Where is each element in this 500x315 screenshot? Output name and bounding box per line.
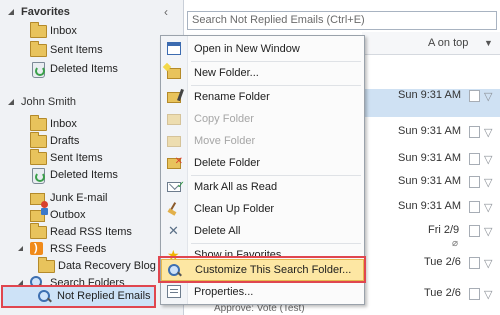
message-row[interactable]: Tue 2/6 ▽	[362, 287, 500, 301]
folder-icon	[30, 149, 47, 165]
menu-new-folder[interactable]: New Folder...	[161, 62, 364, 84]
message-row[interactable]: Fri 2/9 ⌀ ▽	[362, 224, 500, 252]
category-icon[interactable]	[469, 90, 480, 102]
flag-icon[interactable]: ▽	[484, 176, 492, 189]
menu-copy-folder[interactable]: Copy Folder	[161, 108, 364, 130]
menu-delete-folder[interactable]: Delete Folder	[161, 151, 364, 174]
move-folder-icon	[167, 136, 181, 147]
expand-triangle-icon[interactable]	[8, 9, 14, 15]
window-icon	[167, 42, 181, 55]
category-icon[interactable]	[469, 257, 480, 269]
folder-icon	[30, 22, 47, 38]
category-icon[interactable]	[469, 201, 480, 213]
menu-properties[interactable]: Properties...	[161, 281, 364, 303]
trash-icon	[32, 168, 45, 184]
category-icon[interactable]	[469, 288, 480, 300]
arrangement-header[interactable]: A on top ▼	[362, 32, 500, 55]
rename-folder-icon	[167, 92, 181, 103]
properties-icon	[167, 285, 181, 298]
expand-triangle-icon[interactable]	[18, 246, 23, 251]
copy-folder-icon	[167, 114, 181, 125]
menu-delete-all[interactable]: Delete All	[161, 220, 364, 242]
menu-mark-all-as-read[interactable]: Mark All as Read	[161, 175, 364, 198]
sort-order-label[interactable]: A on top	[428, 32, 468, 54]
flag-icon[interactable]: ▽	[484, 90, 492, 103]
category-icon[interactable]	[469, 176, 480, 188]
folder-icon	[30, 223, 47, 239]
folder-icon	[30, 41, 47, 57]
rss-icon	[30, 240, 43, 257]
menu-rename-folder[interactable]: Rename Folder	[161, 86, 364, 108]
flag-icon[interactable]: ▽	[484, 126, 492, 139]
new-folder-icon	[167, 68, 181, 79]
menu-clean-up-folder[interactable]: Clean Up Folder	[161, 198, 364, 220]
folder-icon	[30, 115, 47, 131]
category-icon[interactable]	[469, 126, 480, 138]
menu-open-in-new-window[interactable]: Open in New Window	[161, 38, 364, 60]
flag-icon[interactable]: ▽	[484, 201, 492, 214]
folder-icon	[38, 257, 55, 273]
menu-move-folder[interactable]: Move Folder	[161, 130, 364, 152]
search-input[interactable]: Search Not Replied Emails (Ctrl+E)	[187, 11, 497, 30]
clean-up-icon	[167, 202, 181, 215]
flag-icon[interactable]: ▽	[484, 225, 492, 238]
junk-folder-icon	[30, 193, 48, 208]
category-icon[interactable]	[469, 225, 480, 237]
attachment-icon: ⌀	[452, 238, 459, 249]
category-icon[interactable]	[469, 153, 480, 165]
collapse-pane-icon[interactable]: ‹	[164, 5, 168, 19]
flag-icon[interactable]: ▽	[484, 153, 492, 166]
delete-folder-icon	[167, 151, 183, 173]
chevron-down-icon[interactable]: ▼	[484, 32, 493, 54]
delete-all-icon	[167, 220, 181, 242]
mark-read-icon	[167, 175, 185, 197]
message-row[interactable]: Sun 9:31 AM ▽	[362, 175, 500, 203]
message-row[interactable]: Sun 9:31 AM ▽	[362, 89, 500, 117]
message-row[interactable]: Tue 2/6 ▽	[362, 256, 500, 284]
highlight-box	[158, 256, 366, 283]
highlight-box	[1, 285, 156, 308]
navigation-pane: ‹ Favorites Inbox Sent Items Deleted Ite…	[0, 0, 184, 315]
folder-icon	[30, 132, 47, 148]
trash-icon	[32, 62, 45, 78]
outbox-icon	[30, 208, 48, 222]
expand-triangle-icon[interactable]	[8, 99, 14, 105]
flag-icon[interactable]: ▽	[484, 257, 492, 270]
message-row[interactable]: Sun 9:31 AM ▽	[362, 125, 500, 153]
flag-icon[interactable]: ▽	[484, 288, 492, 301]
